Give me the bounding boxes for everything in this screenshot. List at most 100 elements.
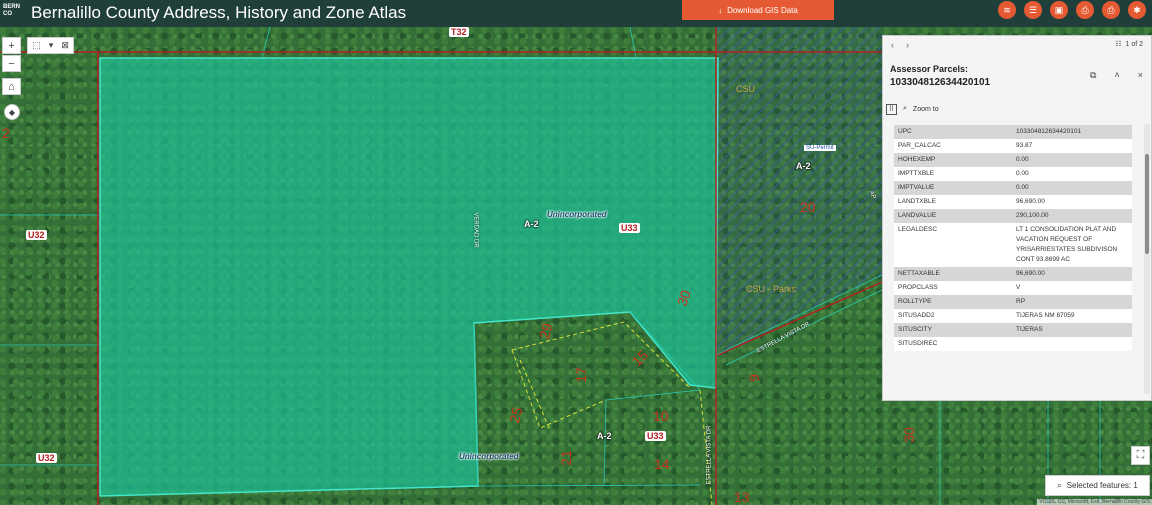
- zoning-label: A-2: [597, 431, 612, 441]
- road-label: ESTRELLA VISTA DR: [706, 425, 713, 485]
- lot-number: 2: [2, 125, 10, 141]
- attribute-row: ROLLTYPE RP: [894, 295, 1132, 309]
- download-icon: ↓: [718, 5, 723, 15]
- attribute-row: IMPTVALUE 0.00: [894, 181, 1132, 195]
- attribute-key: ROLLTYPE: [894, 295, 1012, 309]
- csu-label: CSU: [736, 84, 756, 94]
- lot-number: 30: [900, 427, 917, 443]
- attribute-row: SITUSADD2 TIJERAS NM 87059: [894, 309, 1132, 323]
- attribute-table: UPC 103304812634420101 PAR_CALCAC 93.87 HOHE…: [894, 125, 1132, 351]
- attribute-key: SITUSDIREC: [894, 337, 1012, 351]
- jurisdiction-label: Unincorporated: [459, 452, 519, 461]
- permit-label: SU-Permit: [804, 145, 836, 151]
- zone-map-label: U33: [619, 223, 640, 233]
- attribute-key: IMPTTXBLE: [894, 167, 1012, 181]
- feature-list-icon: ☷: [1115, 41, 1122, 48]
- popup-layer-title: Assessor Parcels:: [890, 64, 969, 74]
- layers-icon[interactable]: ≋: [998, 1, 1016, 19]
- attribute-value: 96,690.00: [1012, 195, 1132, 209]
- download-label: Download GIS Data: [727, 5, 798, 15]
- previous-feature-button[interactable]: ‹: [891, 40, 894, 50]
- lot-number: 20: [800, 199, 816, 215]
- select-tool-icon[interactable]: ⬚: [32, 40, 41, 51]
- attribute-value: TIJERAS NM 87059: [1012, 309, 1132, 323]
- app-header: BERN CO Bernalillo County Address, Histo…: [0, 0, 1152, 27]
- attribute-row: LANDTXBLE 96,690.00: [894, 195, 1132, 209]
- csu-label: CSU - Parks: [746, 284, 797, 294]
- fullscreen-icon: ⛶: [1136, 449, 1145, 461]
- grid-icon[interactable]: ⠿: [886, 103, 897, 115]
- attribute-key: LEGALDESC: [894, 223, 1012, 267]
- zoom-to-icon[interactable]: ⌕: [903, 105, 907, 113]
- lot-number: 17: [572, 367, 589, 383]
- print-icon[interactable]: ⎙: [1076, 1, 1094, 19]
- compass-button[interactable]: ◆: [4, 104, 20, 120]
- attribute-key: UPC: [894, 125, 1012, 139]
- selection-toolbar: ⬚ ▾ ⊠: [27, 37, 74, 54]
- attribute-row: SITUSDIREC: [894, 337, 1132, 351]
- attribute-key: NETTAXABLE: [894, 267, 1012, 281]
- attribute-value: V: [1012, 281, 1132, 295]
- lot-number: 14: [654, 456, 670, 472]
- attribute-key: LANDTXBLE: [894, 195, 1012, 209]
- selected-features-button[interactable]: ⌕ Selected features: 1: [1045, 475, 1150, 496]
- clear-selection-icon[interactable]: ⊠: [61, 40, 69, 51]
- attribute-key: PROPCLASS: [894, 281, 1012, 295]
- zone-map-label: U32: [26, 230, 47, 240]
- fullscreen-button[interactable]: ⛶: [1131, 446, 1150, 465]
- dock-icon[interactable]: ⧉: [1090, 70, 1096, 81]
- list-icon[interactable]: ☰: [1024, 1, 1042, 19]
- attribute-row: SITUSCITY TIJERAS: [894, 323, 1132, 337]
- popup-navigation: ‹ ›: [883, 36, 1151, 54]
- attribute-row: HOHEXEMP 0.00: [894, 153, 1132, 167]
- header-toolbar: ≋ ☰ ▣ ⎙ ⎙ ✱: [998, 1, 1146, 19]
- home-button[interactable]: ⌂: [2, 78, 21, 95]
- attribute-row: NETTAXABLE 96,690.00: [894, 267, 1132, 281]
- download-gis-data-button[interactable]: ↓ Download GIS Data: [682, 0, 834, 20]
- popup-action-bar: ⠿ ⌕ Zoom to: [886, 102, 1146, 116]
- settings-icon[interactable]: ✱: [1128, 1, 1146, 19]
- scroll-thumb[interactable]: [1145, 154, 1149, 254]
- zoning-label: A-2: [524, 219, 539, 229]
- zone-map-label: U32: [36, 453, 57, 463]
- township-label: T32: [449, 27, 469, 37]
- csu-zone-area: [716, 27, 882, 355]
- feature-count[interactable]: ☷ 1 of 2: [1115, 40, 1143, 49]
- save-icon[interactable]: ▣: [1050, 1, 1068, 19]
- attribute-key: HOHEXEMP: [894, 153, 1012, 167]
- attribute-value: 103304812634420101: [1012, 125, 1132, 139]
- attribute-value: RP: [1012, 295, 1132, 309]
- selection-icon: ⌕: [1057, 480, 1062, 490]
- popup-feature-id: 103304812634420101: [890, 77, 991, 88]
- print-icon[interactable]: ⎙: [1102, 1, 1120, 19]
- jurisdiction-label: Unincorporated: [547, 210, 607, 219]
- chevron-down-icon[interactable]: ▾: [49, 40, 54, 51]
- lot-number: 9: [745, 374, 762, 382]
- attribute-value: TIJERAS: [1012, 323, 1132, 337]
- attribute-value: 0.00: [1012, 181, 1132, 195]
- popup-actions: ⧉ ˄ ×: [1090, 70, 1143, 81]
- attribute-row: UPC 103304812634420101: [894, 125, 1132, 139]
- collapse-icon[interactable]: ˄: [1114, 70, 1119, 81]
- attribute-key: SITUSCITY: [894, 323, 1012, 337]
- app-title: Bernalillo County Address, History and Z…: [31, 3, 407, 22]
- zoom-in-button[interactable]: +: [2, 37, 21, 54]
- attribute-value: 0.00: [1012, 167, 1132, 181]
- zoom-out-button[interactable]: −: [2, 55, 21, 72]
- selected-parcel: [99, 57, 719, 497]
- selected-features-label: Selected features: 1: [1066, 481, 1138, 490]
- lot-number: 10: [653, 408, 669, 424]
- attribute-row: LANDVALUE 290,100.00: [894, 209, 1132, 223]
- close-icon[interactable]: ×: [1138, 70, 1143, 81]
- zoom-to-button[interactable]: Zoom to: [913, 106, 939, 113]
- attribute-value: 290,100.00: [1012, 209, 1132, 223]
- zoning-label: A-2: [796, 161, 811, 171]
- county-logo: BERN CO: [3, 4, 21, 17]
- popup-scrollbar[interactable]: [1144, 124, 1150, 394]
- lot-number: 13: [734, 489, 750, 505]
- attribute-row: PROPCLASS V: [894, 281, 1132, 295]
- zone-map-label: U33: [645, 431, 666, 441]
- attribute-key: LANDVALUE: [894, 209, 1012, 223]
- next-feature-button[interactable]: ›: [906, 40, 909, 50]
- attribute-value: 96,690.00: [1012, 267, 1132, 281]
